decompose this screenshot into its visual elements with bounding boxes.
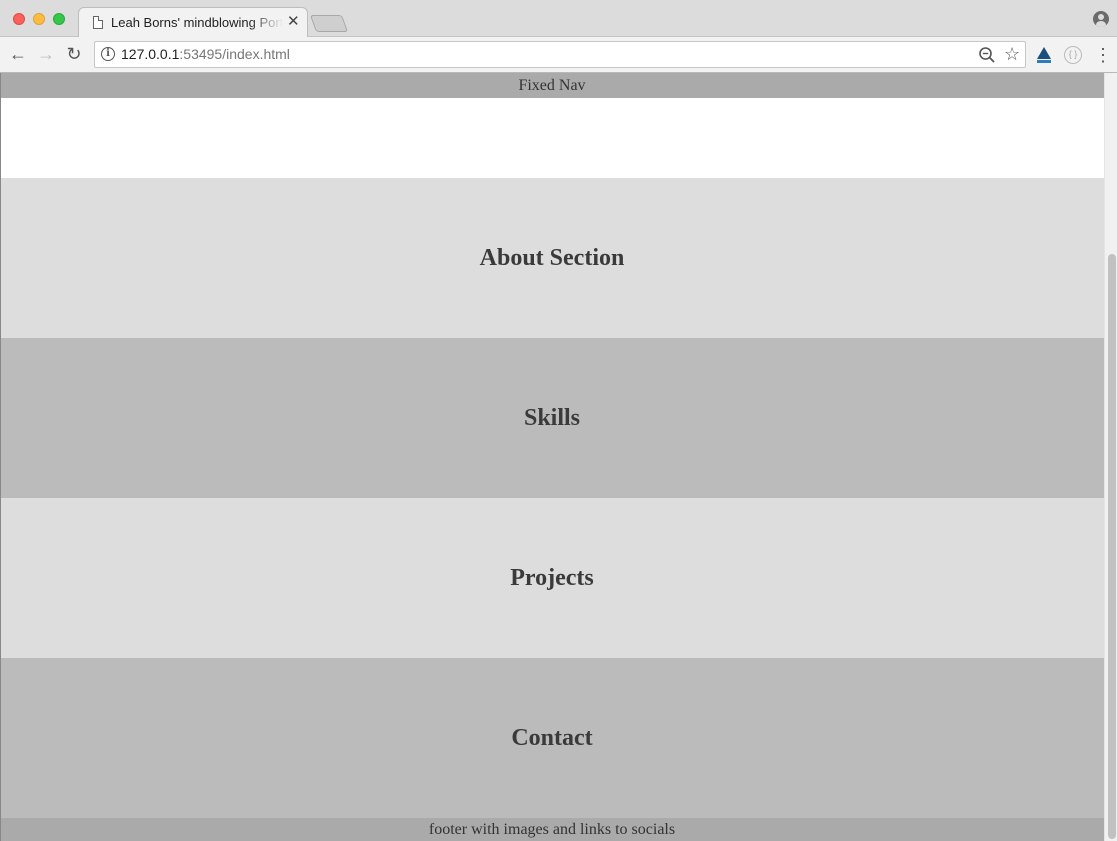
vertical-scrollbar[interactable] xyxy=(1104,73,1117,841)
scrollbar-thumb[interactable] xyxy=(1108,254,1116,839)
url-text[interactable]: 127.0.0.1:53495/index.html xyxy=(121,46,290,62)
about-section-heading: About Section xyxy=(479,244,625,271)
info-icon[interactable]: i xyxy=(101,47,115,61)
skills-section-heading: Skills xyxy=(523,404,581,431)
page-viewport: Fixed Nav About Section Skills Projects … xyxy=(0,73,1117,841)
page-file-icon xyxy=(93,16,103,29)
browser-menu-icon[interactable]: ⋮ xyxy=(1094,45,1112,65)
close-window-button[interactable] xyxy=(13,13,25,25)
url-path: :53495/index.html xyxy=(179,46,290,62)
nav-spacer xyxy=(0,98,1104,178)
page-content: Fixed Nav About Section Skills Projects … xyxy=(0,73,1104,841)
reload-icon[interactable]: ↻ xyxy=(64,44,84,64)
forward-arrow-icon[interactable]: → xyxy=(36,44,56,64)
page-footer: footer with images and links to socials xyxy=(0,818,1104,841)
browser-tab-active[interactable]: Leah Borns' mindblowing Portfolio ✕ xyxy=(78,7,308,38)
extension-triangle-icon[interactable] xyxy=(1036,46,1052,64)
browser-titlebar: Leah Borns' mindblowing Portfolio ✕ xyxy=(0,0,1117,38)
tab-title: Leah Borns' mindblowing Portfolio xyxy=(111,15,283,30)
back-arrow-icon[interactable]: ← xyxy=(8,44,28,64)
tab-close-icon[interactable]: ✕ xyxy=(287,13,300,31)
about-section: About Section xyxy=(0,178,1104,338)
skills-section: Skills xyxy=(0,338,1104,498)
projects-section: Projects xyxy=(0,498,1104,658)
new-tab-button[interactable] xyxy=(309,15,349,32)
browser-toolbar: ← → ↻ i 127.0.0.1:53495/index.html ☆ { }… xyxy=(0,37,1117,73)
address-bar[interactable]: i 127.0.0.1:53495/index.html ☆ xyxy=(94,41,1026,68)
url-host: 127.0.0.1 xyxy=(121,46,180,62)
zoom-out-icon[interactable] xyxy=(978,46,996,64)
minimize-window-button[interactable] xyxy=(33,13,45,25)
maximize-window-button[interactable] xyxy=(53,13,65,25)
contact-section: Contact xyxy=(0,658,1104,818)
bookmark-star-icon[interactable]: ☆ xyxy=(1004,43,1020,65)
extension-braces-icon[interactable]: { } xyxy=(1064,46,1082,64)
fixed-nav: Fixed Nav xyxy=(0,73,1104,98)
profile-icon[interactable] xyxy=(1093,11,1109,27)
left-edge-divider xyxy=(0,73,1,841)
contact-section-heading: Contact xyxy=(511,724,593,751)
projects-section-heading: Projects xyxy=(510,564,594,591)
